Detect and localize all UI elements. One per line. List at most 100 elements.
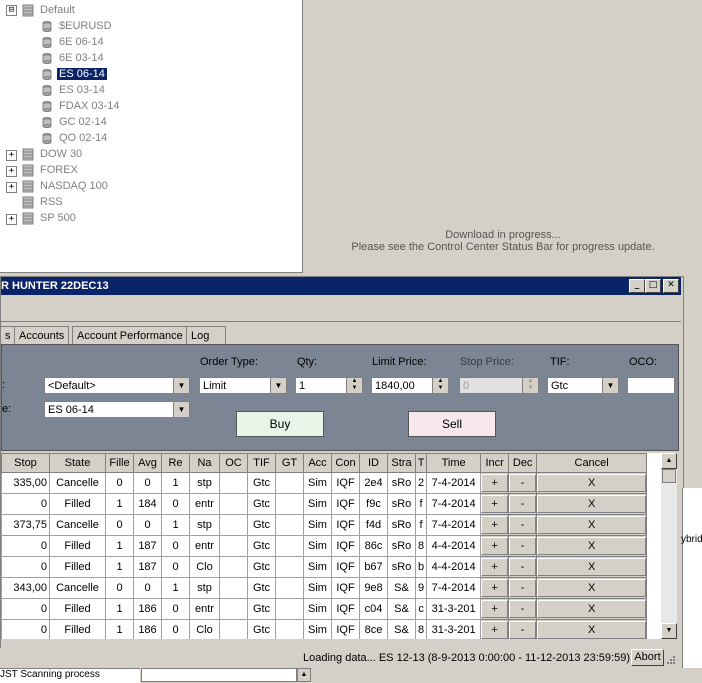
scroll-up-icon[interactable]: ▲: [297, 668, 311, 682]
decrease-button[interactable]: -: [509, 474, 536, 492]
scroll-thumb[interactable]: [662, 469, 676, 483]
table-cell[interactable]: -: [508, 514, 538, 536]
tab-accounts[interactable]: Accounts: [14, 326, 70, 345]
tree-item-group[interactable]: NASDAQ 100: [38, 178, 110, 194]
decrease-button[interactable]: -: [509, 600, 536, 618]
column-header[interactable]: OC: [219, 453, 248, 473]
column-header[interactable]: Con: [331, 453, 360, 473]
column-header[interactable]: Incr: [480, 453, 510, 473]
orders-grid[interactable]: Stop State Fille Avg Re Na OC TIF GT Acc Con ID Stra…: [1, 453, 661, 639]
table-row[interactable]: 0 Filled 1 187 0 Clo Gtc Sim IQF b67 sRo b 4-4-2014 +…: [1, 556, 648, 578]
tif-select[interactable]: Gtc ▼: [547, 377, 619, 394]
decrease-button[interactable]: -: [509, 621, 536, 639]
resize-grip-icon[interactable]: [666, 655, 676, 665]
grid-scrollbar[interactable]: ▲ ▼: [661, 453, 677, 639]
increase-button[interactable]: +: [481, 579, 508, 597]
column-header[interactable]: Dec: [508, 453, 538, 473]
tree-item-group[interactable]: DOW 30: [38, 146, 84, 162]
cancel-order-button[interactable]: X: [537, 516, 646, 534]
table-cell[interactable]: -: [508, 577, 538, 599]
column-header[interactable]: Cancel: [536, 453, 648, 473]
table-cell[interactable]: X: [536, 493, 648, 515]
chevron-down-icon[interactable]: ▼: [173, 378, 189, 393]
decrease-button[interactable]: -: [509, 495, 536, 513]
increase-button[interactable]: +: [481, 558, 508, 576]
table-cell[interactable]: -: [508, 493, 538, 515]
table-row[interactable]: 343,00 Cancelle 0 0 1 stp Gtc Sim IQF 9e8 S& 9 7-4-2…: [1, 577, 648, 599]
expand-icon[interactable]: +: [6, 182, 17, 193]
table-cell[interactable]: X: [536, 472, 648, 494]
increase-button[interactable]: +: [481, 474, 508, 492]
tree-item-group[interactable]: RSS: [38, 194, 65, 210]
expand-icon[interactable]: +: [6, 214, 17, 225]
column-header[interactable]: TIF: [247, 453, 276, 473]
tree-item-instrument[interactable]: $EURUSD: [57, 18, 114, 34]
table-cell[interactable]: X: [536, 598, 648, 620]
increase-button[interactable]: +: [481, 495, 508, 513]
column-header[interactable]: Stop: [1, 453, 50, 473]
cancel-order-button[interactable]: X: [537, 558, 646, 576]
instrument-tree[interactable]: ⊟ Default $EURUSD 6E 06-14 6E 03-14 ES 06-1…: [0, 0, 303, 273]
table-cell[interactable]: +: [480, 535, 510, 557]
tree-item-instrument[interactable]: ES 03-14: [57, 82, 107, 98]
sell-button[interactable]: Sell: [408, 411, 496, 437]
table-cell[interactable]: X: [536, 514, 648, 536]
tab-log[interactable]: Log: [186, 326, 226, 345]
limit-price-stepper[interactable]: 1840,00 ▲ ▼: [371, 377, 449, 394]
cancel-order-button[interactable]: X: [537, 579, 646, 597]
window-titlebar[interactable]: R HUNTER 22DEC13 _ □ ✕: [1, 277, 681, 295]
scroll-down-icon[interactable]: ▼: [661, 623, 677, 639]
tree-item-group[interactable]: SP 500: [38, 210, 78, 226]
tree-root-default[interactable]: Default: [38, 2, 77, 18]
oco-input[interactable]: [627, 377, 675, 394]
table-cell[interactable]: -: [508, 535, 538, 557]
table-cell[interactable]: +: [480, 493, 510, 515]
cancel-order-button[interactable]: X: [537, 600, 646, 618]
decrease-button[interactable]: -: [509, 537, 536, 555]
column-header[interactable]: Fille: [105, 453, 134, 473]
order-type-select[interactable]: Limit ▼: [199, 377, 287, 394]
table-cell[interactable]: +: [480, 577, 510, 599]
column-header[interactable]: Re: [161, 453, 190, 473]
qty-stepper[interactable]: 1 ▲ ▼: [295, 377, 363, 394]
tree-item-instrument[interactable]: ES 06-14: [57, 66, 107, 82]
tree-item-instrument[interactable]: GC 02-14: [57, 114, 109, 130]
chevron-down-icon[interactable]: ▼: [173, 402, 189, 417]
column-header[interactable]: ID: [359, 453, 388, 473]
tree-item-group[interactable]: FOREX: [38, 162, 80, 178]
collapse-icon[interactable]: ⊟: [6, 5, 17, 16]
minimize-button[interactable]: _: [629, 279, 645, 293]
column-header[interactable]: Acc: [303, 453, 332, 473]
column-header[interactable]: Stra: [387, 453, 416, 473]
column-header[interactable]: T: [414, 453, 428, 473]
account-select[interactable]: <Default> ▼: [44, 377, 190, 394]
decrease-button[interactable]: -: [509, 579, 536, 597]
column-header[interactable]: Na: [189, 453, 220, 473]
tree-item-instrument[interactable]: 6E 06-14: [57, 34, 106, 50]
column-header[interactable]: State: [49, 453, 106, 473]
table-row[interactable]: 0 Filled 1 186 0 entr Gtc Sim IQF c04 S& c 31-3-201 +…: [1, 598, 648, 620]
increase-button[interactable]: +: [481, 621, 508, 639]
table-cell[interactable]: -: [508, 598, 538, 620]
tree-item-instrument[interactable]: QO 02-14: [57, 130, 109, 146]
stepper-arrows-icon[interactable]: ▲ ▼: [432, 378, 448, 393]
cancel-order-button[interactable]: X: [537, 495, 646, 513]
instrument-select[interactable]: ES 06-14 ▼: [44, 401, 190, 418]
expand-icon[interactable]: +: [6, 166, 17, 177]
increase-button[interactable]: +: [481, 600, 508, 618]
decrease-button[interactable]: -: [509, 558, 536, 576]
table-row[interactable]: 335,00 Cancelle 0 0 1 stp Gtc Sim IQF 2e4 sRo 2 7-4-…: [1, 472, 648, 494]
column-header[interactable]: GT: [275, 453, 304, 473]
maximize-button[interactable]: □: [645, 279, 661, 293]
table-cell[interactable]: +: [480, 598, 510, 620]
abort-button[interactable]: Abort: [631, 649, 664, 666]
cancel-order-button[interactable]: X: [537, 621, 646, 639]
column-header[interactable]: Time: [426, 453, 482, 473]
buy-button[interactable]: Buy: [236, 411, 324, 437]
table-cell[interactable]: X: [536, 619, 648, 639]
table-cell[interactable]: -: [508, 472, 538, 494]
chevron-down-icon[interactable]: ▼: [270, 378, 286, 393]
expand-icon[interactable]: +: [6, 150, 17, 161]
table-row[interactable]: 0 Filled 1 187 0 entr Gtc Sim IQF 86c sRo 8 4-4-2014…: [1, 535, 648, 557]
increase-button[interactable]: +: [481, 537, 508, 555]
